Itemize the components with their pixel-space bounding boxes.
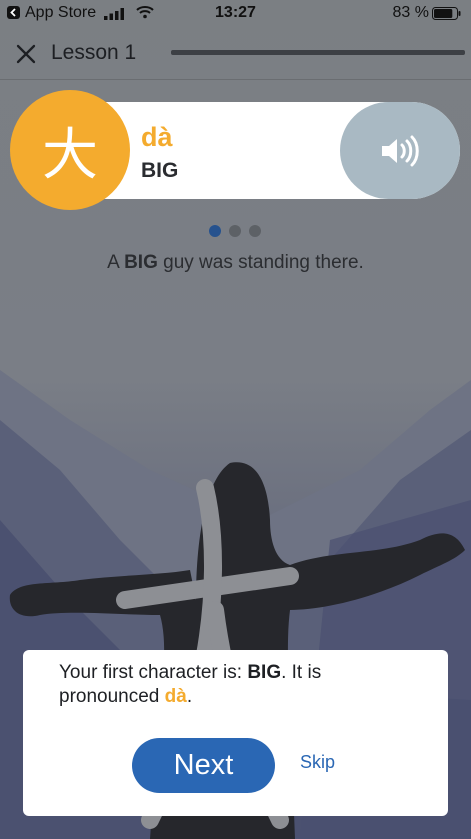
page-dot[interactable] — [229, 225, 241, 237]
lesson-progress-bar — [171, 50, 465, 55]
page-dot[interactable] — [209, 225, 221, 237]
mnemonic-highlight: BIG — [124, 252, 158, 273]
page-indicator — [209, 225, 265, 238]
battery-icon — [432, 7, 462, 25]
skip-link[interactable]: Skip — [300, 752, 335, 773]
mnemonic-after: guy was standing there. — [157, 252, 364, 273]
battery-percent: 83 % — [392, 4, 429, 21]
dialog-suffix: . — [186, 686, 193, 707]
pinyin-label: dà — [141, 122, 173, 152]
header-divider — [0, 79, 471, 80]
mnemonic-before: A — [107, 252, 125, 273]
dialog-message: Your first character is: BIG. It is pron… — [59, 661, 399, 709]
hanzi-badge: 大 — [10, 90, 130, 210]
meaning-label: BIG — [141, 159, 179, 182]
close-button[interactable] — [14, 42, 38, 66]
speaker-icon[interactable] — [380, 135, 420, 167]
dialog-english: BIG — [247, 662, 282, 683]
lesson-header: Lesson 1 — [0, 28, 471, 80]
lesson-title: Lesson 1 — [51, 41, 137, 64]
status-bar: App Store 13:27 83 % — [0, 0, 471, 28]
dialog-prefix: Your first character is: — [59, 662, 248, 683]
close-icon[interactable] — [14, 42, 38, 66]
mnemonic-sentence: A BIG guy was standing there. — [0, 252, 471, 274]
hanzi-character: 大 — [42, 122, 98, 188]
play-audio-button[interactable] — [340, 102, 460, 199]
dialog-pinyin: dà — [164, 686, 187, 707]
page-dot[interactable] — [249, 225, 261, 237]
next-button[interactable]: Next — [132, 738, 275, 793]
